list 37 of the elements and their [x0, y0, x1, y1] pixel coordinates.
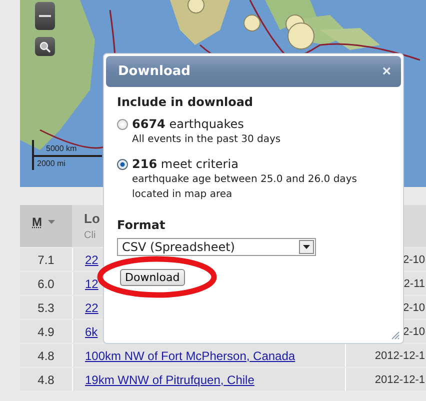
column-header[interactable]: M: [20, 205, 72, 247]
radio-button[interactable]: [117, 159, 128, 170]
header-label: M: [32, 215, 42, 229]
magnitude-cell-text: 5.3: [36, 300, 56, 314]
minus-icon: [39, 14, 51, 18]
zoom-box-button[interactable]: [35, 37, 55, 56]
location-link[interactable]: 12: [85, 276, 98, 290]
option-detail: All events in the past 30 days: [132, 133, 282, 147]
magnifier-icon: [39, 40, 51, 52]
location-link[interactable]: 22: [85, 300, 98, 314]
format-dropdown[interactable]: CSV (Spreadsheet): [117, 238, 316, 256]
option-detail: earthquake age between 25.0 and 26.0 days: [132, 173, 358, 187]
section-heading: Format: [117, 218, 166, 232]
option-label: 216 meet criteria: [132, 156, 240, 172]
zoom-out-button[interactable]: [35, 2, 55, 30]
option-label: 6674 earthquakes: [132, 116, 245, 132]
radio-button[interactable]: [117, 119, 128, 130]
dropdown-arrow-icon: [303, 245, 310, 249]
scale-label: 2000 mi: [37, 159, 66, 169]
magnitude-cell-text: 4.8: [36, 348, 56, 362]
magnitude-cell-text: 7.1: [36, 252, 56, 266]
location-link[interactable]: 22: [85, 252, 98, 266]
header-label: Lo: [84, 211, 100, 226]
location-link[interactable]: 6k: [85, 324, 98, 338]
location-link[interactable]: 19km WNW of Pitrufquen, Chile: [85, 372, 254, 386]
option-detail: located in map area: [132, 188, 234, 202]
download-button[interactable]: Download: [120, 269, 185, 286]
location-link[interactable]: 100km NW of Fort McPherson, Canada: [85, 348, 296, 362]
dialog-title: Download: [118, 64, 190, 79]
magnitude-cell-text: 4.9: [36, 324, 56, 338]
time-cell: 2012-12-1: [345, 368, 426, 391]
magnitude-cell-text: 4.8: [36, 372, 56, 386]
header-hint: Cli: [84, 230, 96, 241]
section-heading: Include in download: [117, 95, 254, 109]
magnitude-cell-text: 6.0: [36, 276, 56, 290]
scale-label: 5000 km: [46, 144, 77, 154]
resize-grip-icon: [391, 331, 400, 340]
